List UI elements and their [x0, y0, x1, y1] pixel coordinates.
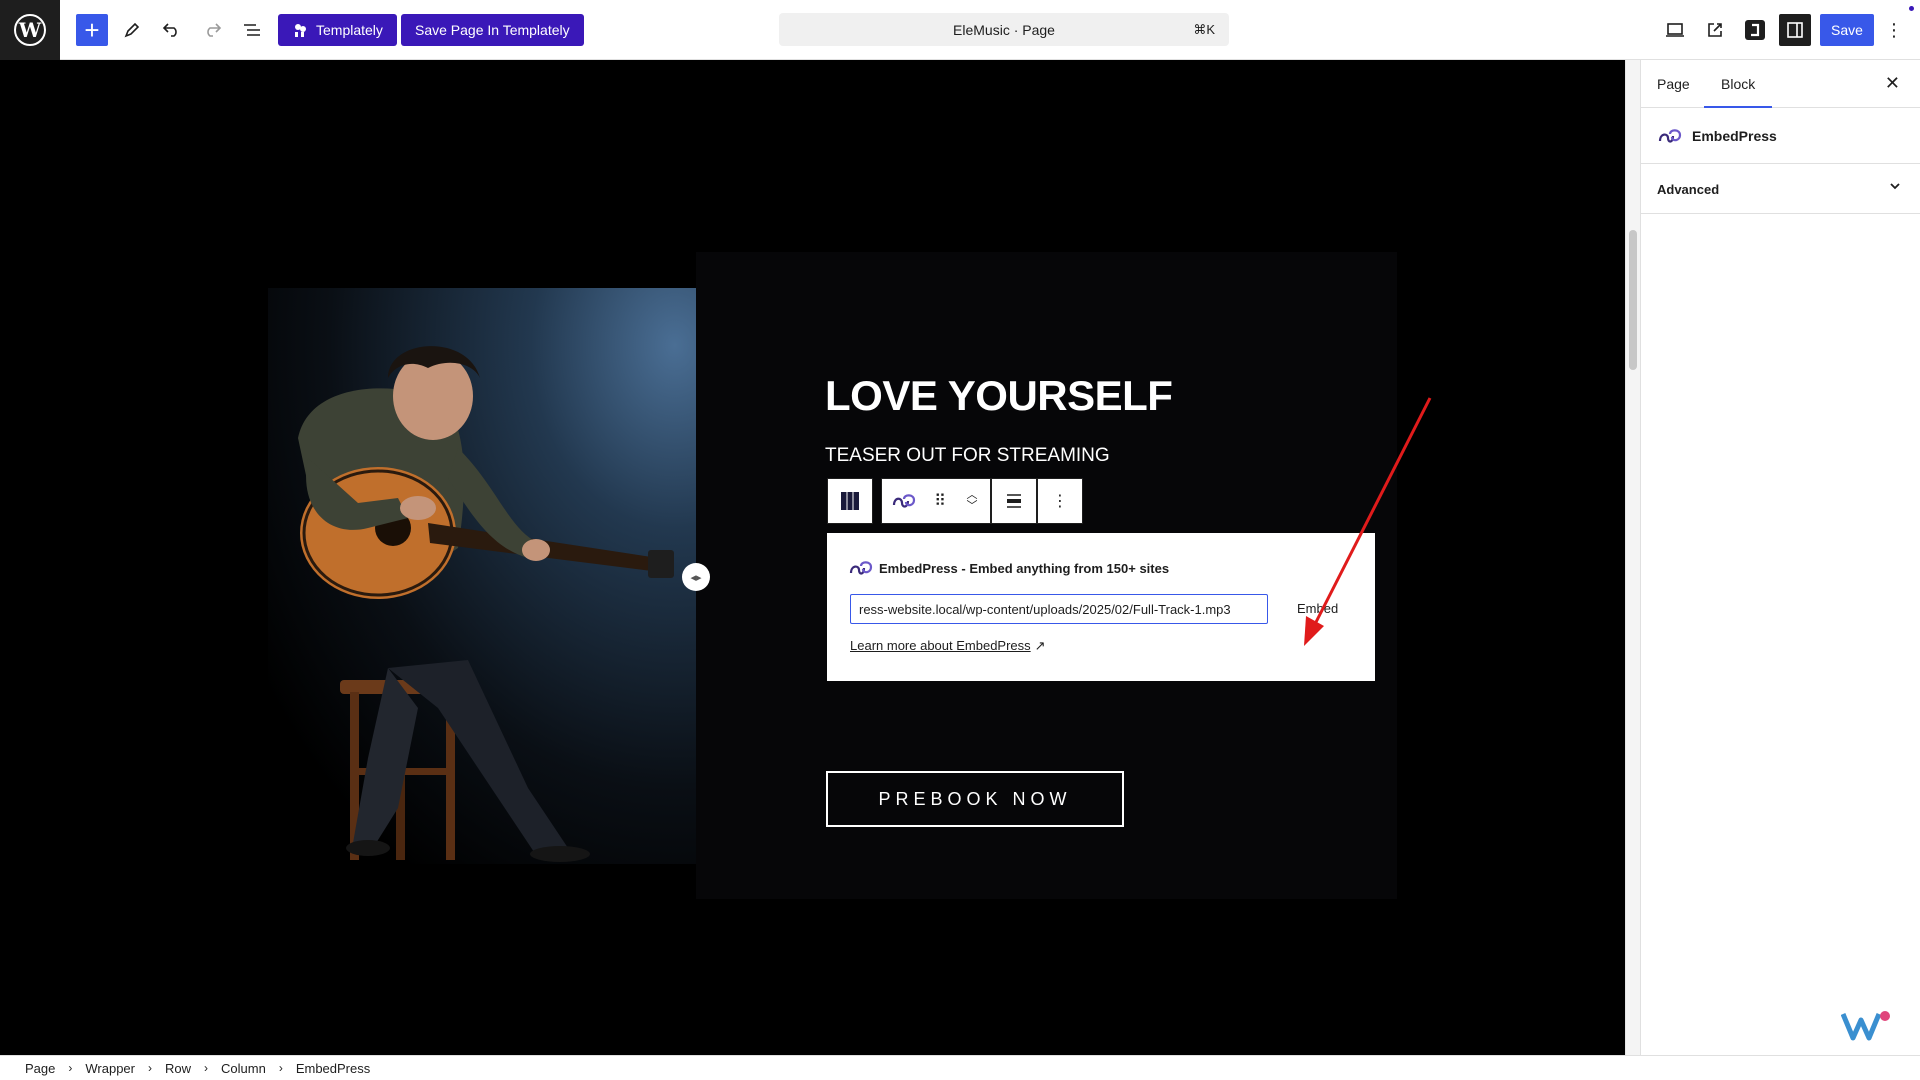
learn-more-text: Learn more about EmbedPress: [850, 638, 1031, 653]
parent-block-selector[interactable]: [827, 478, 873, 524]
drag-handle-icon[interactable]: ⠿: [926, 479, 954, 523]
embedpress-block-card-icon: [1657, 124, 1683, 153]
jetpack-plugin-icon[interactable]: [1739, 14, 1771, 46]
canvas-scrollbar-thumb[interactable]: [1629, 230, 1637, 370]
advanced-panel-toggle[interactable]: Advanced: [1641, 164, 1920, 214]
annotation-arrow: [1304, 397, 1432, 646]
desktop-preview-icon[interactable]: [1659, 14, 1691, 46]
breadcrumb-separator-icon: ›: [278, 1061, 283, 1075]
command-palette-bar[interactable]: EleMusic · Page ⌘K: [779, 13, 1229, 46]
edit-tools-icon[interactable]: [116, 14, 148, 46]
breadcrumb-column[interactable]: Column: [221, 1061, 266, 1076]
save-page-in-templately-label: Save Page In Templately: [415, 22, 570, 38]
settings-sidebar: Page Block ✕ EmbedPress Advanced: [1640, 60, 1920, 1055]
add-block-button[interactable]: +: [76, 14, 108, 46]
notification-dot: [1909, 6, 1914, 11]
block-card-name: EmbedPress: [1692, 128, 1777, 144]
columns-block-icon[interactable]: [828, 479, 872, 523]
align-wide-icon[interactable]: [992, 479, 1036, 523]
tab-block[interactable]: Block: [1703, 76, 1773, 108]
save-label: Save: [1831, 22, 1863, 38]
sidebar-tabs: Page Block ✕: [1641, 60, 1920, 108]
breadcrumb-wrapper[interactable]: Wrapper: [85, 1061, 135, 1076]
redo-icon[interactable]: [196, 14, 228, 46]
block-more-options-icon[interactable]: ⋮: [1038, 479, 1082, 523]
hero-subheading[interactable]: TEASER OUT FOR STREAMING: [825, 445, 1110, 467]
svg-text:W: W: [18, 18, 42, 42]
chevron-down-icon: [1888, 179, 1902, 198]
guitarist-photo[interactable]: [268, 288, 696, 864]
more-options-group: ⋮: [1037, 478, 1083, 524]
undo-icon[interactable]: [156, 14, 188, 46]
document-title: EleMusic · Page: [953, 22, 1055, 38]
editor-top-toolbar: W + Templately Save Page In Templately E…: [0, 0, 1920, 60]
templately-button[interactable]: Templately: [278, 14, 397, 46]
block-card: EmbedPress: [1641, 108, 1920, 164]
view-page-external-icon[interactable]: [1699, 14, 1731, 46]
external-link-icon: ↗: [1034, 638, 1046, 653]
templately-label: Templately: [316, 22, 383, 38]
breadcrumb-embedpress: EmbedPress: [295, 1060, 371, 1076]
wordpress-logo-icon[interactable]: W: [0, 0, 60, 60]
save-button[interactable]: Save: [1820, 14, 1874, 46]
document-overview-icon[interactable]: [236, 14, 268, 46]
prebook-now-button[interactable]: PREBOOK NOW: [826, 771, 1124, 827]
editor-canvas[interactable]: ◂▸ LOVE YOURSELF TEASER OUT FOR STREAMIN…: [0, 60, 1625, 1055]
embedpress-logo-icon: [849, 558, 873, 578]
options-menu-icon[interactable]: ⋮: [1882, 14, 1906, 46]
embedpress-placeholder-title: EmbedPress - Embed anything from 150+ si…: [849, 558, 1169, 578]
advanced-panel-label: Advanced: [1657, 182, 1720, 197]
save-page-in-templately-button[interactable]: Save Page In Templately: [401, 14, 584, 46]
hero-heading[interactable]: LOVE YOURSELF: [825, 372, 1173, 420]
tab-page[interactable]: Page: [1657, 76, 1690, 92]
embedpress-block-icon[interactable]: [882, 479, 926, 523]
embedpress-title-text: EmbedPress - Embed anything from 150+ si…: [879, 560, 1170, 576]
alignment-group: [991, 478, 1037, 524]
block-toolbar: ⠿ ︿ ﹀ ⋮: [827, 478, 1083, 524]
block-breadcrumb: Page › Wrapper › Row › Column › EmbedPre…: [0, 1055, 1920, 1080]
column-resize-handle[interactable]: ◂▸: [682, 563, 710, 591]
block-type-group: ⠿ ︿ ﹀: [881, 478, 991, 524]
breadcrumb-row[interactable]: Row: [165, 1061, 191, 1076]
guitarist-illustration: [298, 346, 674, 862]
breadcrumb-separator-icon: ›: [68, 1061, 73, 1075]
brand-watermark-icon: [1840, 1008, 1893, 1049]
canvas-scrollbar[interactable]: [1625, 60, 1640, 1055]
settings-sidebar-toggle-icon[interactable]: [1779, 14, 1811, 46]
templately-icon: [292, 22, 308, 38]
keyboard-shortcut: ⌘K: [1193, 22, 1215, 37]
move-up-down-icon[interactable]: ︿ ﹀: [954, 479, 990, 523]
learn-more-embedpress-link[interactable]: Learn more about EmbedPress ↗: [850, 638, 1046, 654]
close-sidebar-icon[interactable]: ✕: [1885, 73, 1900, 94]
breadcrumb-separator-icon: ›: [148, 1061, 152, 1075]
embed-url-input[interactable]: [850, 594, 1268, 624]
breadcrumb-separator-icon: ›: [204, 1061, 209, 1075]
breadcrumb-page[interactable]: Page: [25, 1061, 55, 1076]
